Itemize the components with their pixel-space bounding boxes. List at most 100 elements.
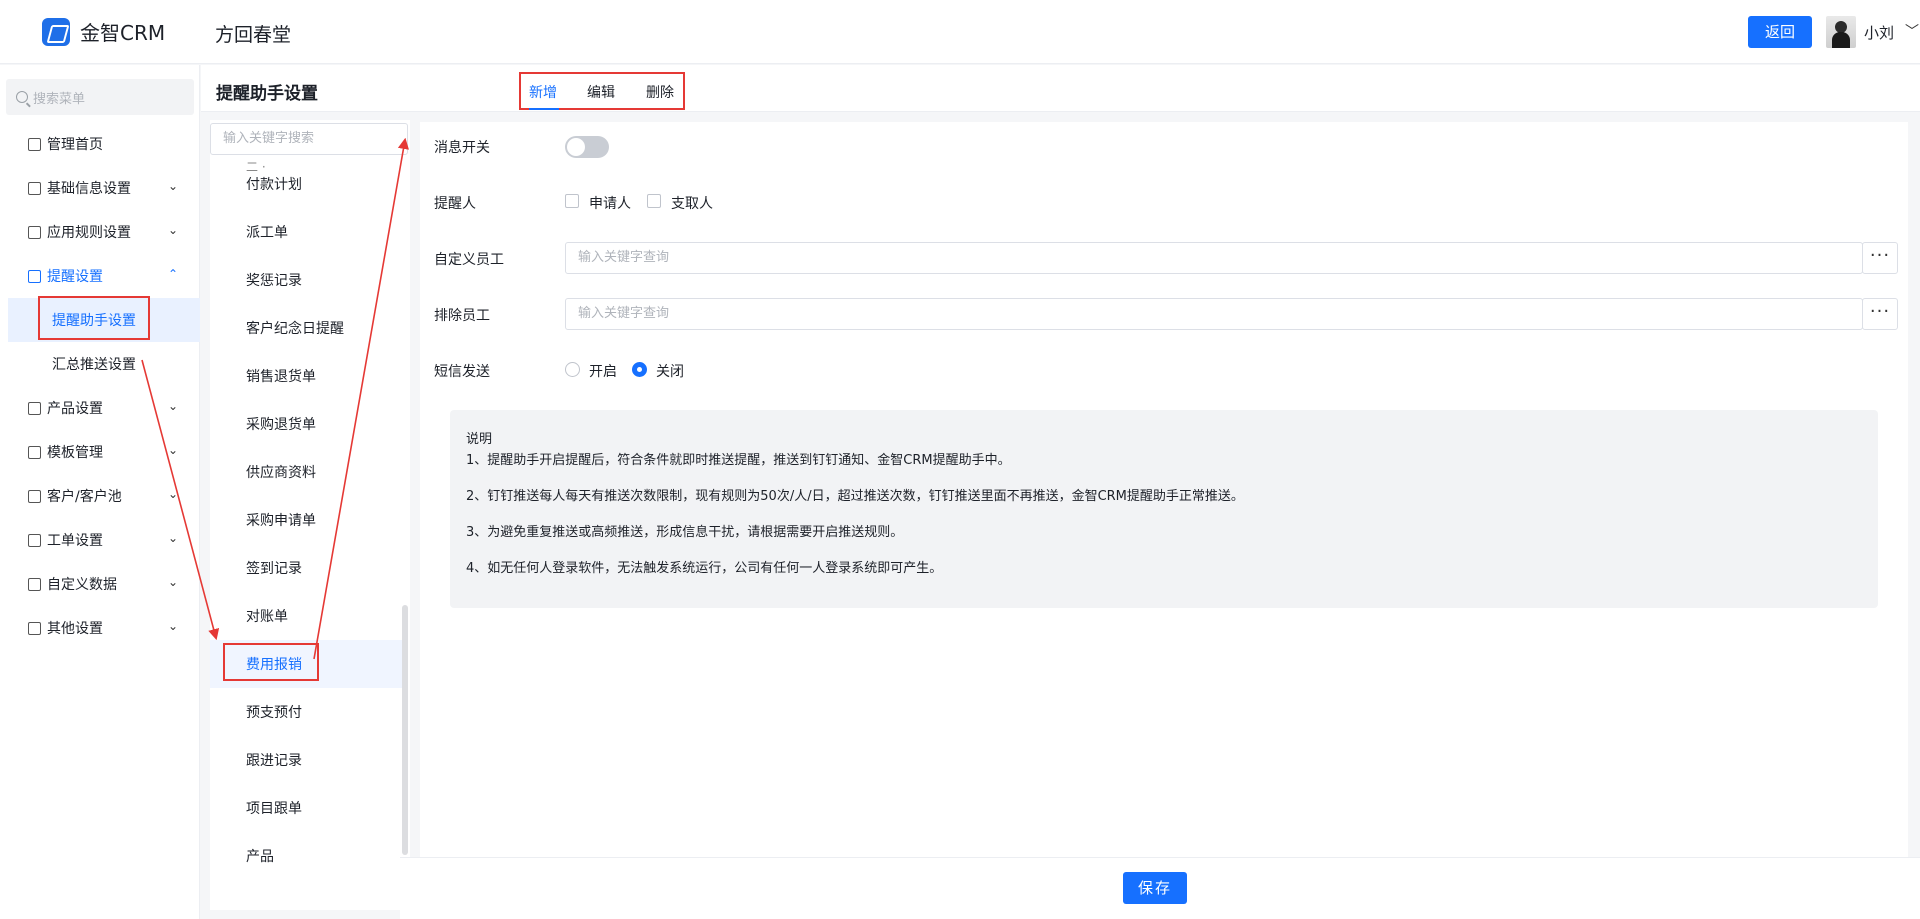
menu-search-input[interactable]: 搜索菜单 bbox=[6, 79, 194, 115]
category-list-panel: 输入关键字搜索 付款计划 派工单 奖惩记录 客户纪念日提醒 销售退货单 采购退货… bbox=[210, 120, 410, 910]
tab-underline bbox=[529, 108, 559, 110]
sidebar-item-label: 客户/客户池 bbox=[47, 489, 122, 505]
checkbox-applicant[interactable] bbox=[565, 194, 579, 208]
sidebar-item-label: 产品设置 bbox=[47, 401, 103, 417]
list-item[interactable]: 签到记录 bbox=[210, 544, 406, 592]
top-header: 金智CRM 方回春堂 返回 小刘 ﹀ bbox=[0, 0, 1920, 64]
checkbox-withdrawer-label: 支取人 bbox=[671, 196, 713, 212]
sidebar-subitem-summary-push[interactable]: 汇总推送设置 bbox=[0, 342, 200, 386]
exclude-staff-label: 排除员工 bbox=[434, 308, 490, 324]
radio-sms-on[interactable] bbox=[565, 362, 580, 377]
list-item-selected[interactable]: 费用报销 bbox=[210, 640, 406, 688]
menu-search-placeholder: 搜索菜单 bbox=[33, 91, 86, 107]
reminder-label: 提醒人 bbox=[434, 196, 476, 212]
chevron-down-icon: ⌄ bbox=[167, 223, 178, 237]
list-item[interactable]: 对账单 bbox=[210, 592, 406, 640]
grid-icon bbox=[28, 621, 41, 635]
sidebar-item-product[interactable]: 产品设置 ⌄ bbox=[0, 386, 200, 430]
company-name: 方回春堂 bbox=[215, 24, 292, 46]
note-line: 2、钉钉推送每人每天有推送次数限制，现有规则为50次/人/日，超过推送次数，钉钉… bbox=[466, 489, 1244, 504]
sidebar-item-custom-data[interactable]: 自定义数据 ⌄ bbox=[0, 562, 200, 606]
avatar[interactable] bbox=[1826, 16, 1856, 48]
note-box: 说明 1、提醒助手开启提醒后，符合条件就即时推送提醒，推送到钉钉通知、金智CRM… bbox=[450, 410, 1878, 608]
list-item-label: 签到记录 bbox=[246, 561, 302, 577]
sidebar-item-label: 自定义数据 bbox=[47, 577, 117, 593]
note-line: 3、为避免重复推送或高频推送，形成信息干扰，请根据需要开启推送规则。 bbox=[466, 525, 904, 540]
list-item[interactable]: 产品 bbox=[210, 832, 406, 880]
sidebar-item-other[interactable]: 其他设置 ⌄ bbox=[0, 606, 200, 650]
sidebar-item-ticket[interactable]: 工单设置 ⌄ bbox=[0, 518, 200, 562]
list-item[interactable]: 采购申请单 bbox=[210, 496, 406, 544]
list-search-input[interactable]: 输入关键字搜索 bbox=[210, 123, 408, 155]
chevron-down-icon: ⌄ bbox=[167, 531, 178, 545]
message-switch-toggle[interactable] bbox=[565, 136, 609, 158]
exclude-staff-more-button[interactable]: ··· bbox=[1862, 298, 1898, 330]
custom-staff-label: 自定义员工 bbox=[434, 252, 504, 268]
logo-icon bbox=[42, 17, 70, 46]
settings-form: 消息开关 提醒人 申请人 支取人 自定义员工 输入关键字查询 ··· 排除员工 … bbox=[420, 122, 1908, 857]
save-button[interactable]: 保存 bbox=[1123, 872, 1187, 904]
sidebar-subitem-reminder-assistant[interactable]: 提醒助手设置 bbox=[8, 298, 200, 342]
user-name[interactable]: 小刘 bbox=[1864, 22, 1894, 43]
sidebar-item-reminder[interactable]: 提醒设置 ⌃ bbox=[0, 254, 200, 298]
list-item[interactable]: 客户纪念日提醒 bbox=[210, 304, 406, 352]
message-switch-label: 消息开关 bbox=[434, 140, 490, 156]
search-icon bbox=[16, 91, 28, 103]
list-item-label: 预支预付 bbox=[246, 705, 302, 721]
sidebar-item-app-rules[interactable]: 应用规则设置 ⌄ bbox=[0, 210, 200, 254]
list-item[interactable]: 采购退货单 bbox=[210, 400, 406, 448]
template-icon bbox=[28, 445, 41, 459]
list-item[interactable]: 销售退货单 bbox=[210, 352, 406, 400]
sidebar-item-basic-info[interactable]: 基础信息设置 ⌄ bbox=[0, 166, 200, 210]
sidebar-item-template[interactable]: 模板管理 ⌄ bbox=[0, 430, 200, 474]
list-item-label: 派工单 bbox=[246, 225, 288, 241]
chevron-down-icon: ⌄ bbox=[167, 575, 178, 589]
tools-icon bbox=[28, 577, 41, 591]
list-item[interactable]: 预支预付 bbox=[210, 688, 406, 736]
exclude-staff-input[interactable]: 输入关键字查询 bbox=[565, 298, 1863, 330]
form-footer: 保存 bbox=[400, 857, 1920, 919]
custom-staff-more-button[interactable]: ··· bbox=[1862, 242, 1898, 274]
radio-sms-off-label: 关闭 bbox=[656, 364, 684, 380]
chevron-down-icon[interactable]: ﹀ bbox=[1905, 21, 1919, 41]
sidebar-item-home[interactable]: 管理首页 bbox=[0, 122, 200, 166]
sidebar-item-label: 提醒设置 bbox=[47, 269, 103, 285]
category-list: 付款计划 派工单 奖惩记录 客户纪念日提醒 销售退货单 采购退货单 供应商资料 … bbox=[210, 160, 406, 880]
sidebar-item-label: 工单设置 bbox=[47, 533, 103, 549]
checkbox-withdrawer[interactable] bbox=[647, 194, 661, 208]
list-item[interactable]: 项目跟单 bbox=[210, 784, 406, 832]
note-title: 说明 bbox=[466, 432, 493, 447]
sidebar-item-customer[interactable]: 客户/客户池 ⌄ bbox=[0, 474, 200, 518]
app-logo[interactable]: 金智CRM bbox=[42, 17, 165, 46]
custom-staff-input[interactable]: 输入关键字查询 bbox=[565, 242, 1863, 274]
list-item[interactable]: 供应商资料 bbox=[210, 448, 406, 496]
list-item-label: 销售退货单 bbox=[246, 369, 316, 385]
radio-sms-off[interactable] bbox=[632, 362, 647, 377]
tab-delete[interactable]: 删除 bbox=[646, 82, 674, 102]
tab-add[interactable]: 新增 bbox=[529, 82, 557, 102]
list-item-label: 供应商资料 bbox=[246, 465, 316, 481]
list-item[interactable]: 奖惩记录 bbox=[210, 256, 406, 304]
chevron-down-icon: ⌄ bbox=[167, 399, 178, 413]
list-item-label: 产品 bbox=[246, 849, 274, 865]
sidebar-item-label: 基础信息设置 bbox=[47, 181, 131, 197]
annotation-highlight-box bbox=[223, 643, 319, 681]
chevron-down-icon: ⌄ bbox=[167, 179, 178, 193]
list-item-label: 奖惩记录 bbox=[246, 273, 302, 289]
back-button[interactable]: 返回 bbox=[1748, 16, 1812, 48]
list-item-partial: 二 · bbox=[246, 160, 266, 174]
list-item-label: 跟进记录 bbox=[246, 753, 302, 769]
list-item[interactable]: 派工单 bbox=[210, 208, 406, 256]
user-icon bbox=[28, 489, 41, 503]
list-item-label: 客户纪念日提醒 bbox=[246, 321, 344, 337]
action-tabs: 新增 编辑 删除 bbox=[519, 72, 685, 110]
tab-edit[interactable]: 编辑 bbox=[587, 82, 615, 102]
list-item[interactable]: 付款计划 bbox=[210, 160, 406, 208]
logo-text: 金智CRM bbox=[80, 21, 166, 45]
sidebar-item-label: 模板管理 bbox=[47, 445, 103, 461]
sms-label: 短信发送 bbox=[434, 364, 490, 380]
cube-icon bbox=[28, 181, 41, 195]
list-scrollbar[interactable] bbox=[402, 605, 408, 855]
page-titlebar: 提醒助手设置 新增 编辑 删除 bbox=[201, 65, 1920, 112]
list-item[interactable]: 跟进记录 bbox=[210, 736, 406, 784]
